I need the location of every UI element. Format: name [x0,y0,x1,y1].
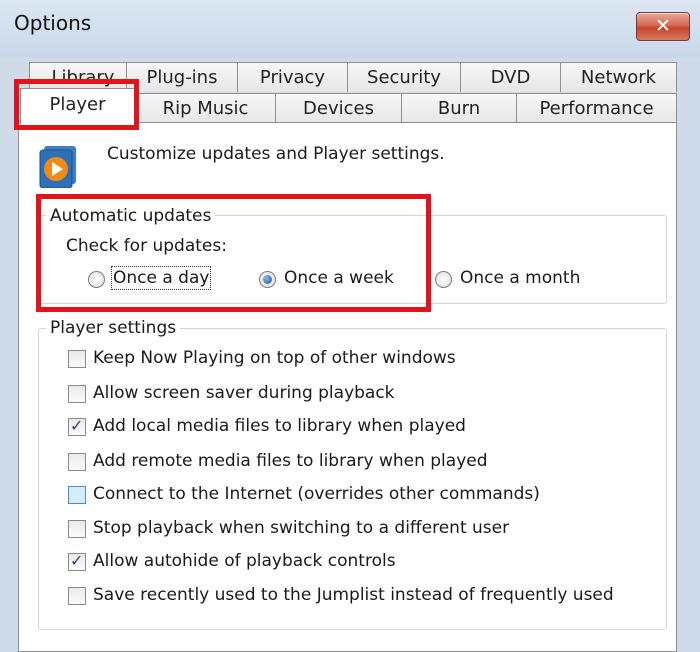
intro-text: Customize updates and Player settings. [107,144,445,164]
tab-label: Devices [303,98,374,119]
label-allow-screen-saver[interactable]: Allow screen saver during playback [93,383,395,403]
label-add-local-media[interactable]: Add local media files to library when pl… [93,416,466,436]
window-title: Options [14,11,92,35]
radio-label-once-a-month[interactable]: Once a month [460,268,580,288]
tab-label: Burn [437,98,481,119]
tab-dvd[interactable]: DVD [460,62,561,92]
tab-label: Performance [539,98,654,119]
checkbox-add-local-media[interactable]: ✓ [68,416,86,436]
label-allow-autohide[interactable]: Allow autohide of playback controls [93,551,396,571]
label-connect-to-internet[interactable]: Connect to the Internet (overrides other… [93,484,540,504]
tab-label: Rip Music [162,98,249,119]
tab-security[interactable]: Security [347,62,461,92]
tab-label: Security [367,67,441,88]
tab-label: Privacy [259,67,326,88]
tab-network[interactable]: Network [560,62,677,92]
label-save-recently-used-jumplist[interactable]: Save recently used to the Jumplist inste… [93,585,614,605]
checkbox-keep-now-playing-on-top[interactable] [68,350,86,368]
checkbox-connect-to-internet[interactable] [68,486,86,504]
tab-privacy[interactable]: Privacy [237,62,348,92]
radio-once-a-month[interactable] [435,271,452,288]
highlight-box-player-tab [14,79,139,130]
media-player-icon [39,146,76,188]
tab-rip-music[interactable]: Rip Music [135,93,276,123]
title-bar: Options ✕ [0,0,700,58]
close-icon: ✕ [655,15,671,37]
tab-performance[interactable]: Performance [516,93,677,123]
tab-plug-ins[interactable]: Plug-ins [126,62,238,92]
checkmark-icon: ✓ [70,416,84,435]
tab-label: DVD [490,67,531,88]
tab-burn[interactable]: Burn [401,93,517,123]
checkbox-save-recently-used-jumplist[interactable] [68,587,86,605]
checkmark-icon: ✓ [70,551,84,570]
tab-label: Plug-ins [146,67,218,88]
close-button[interactable]: ✕ [636,12,690,41]
tab-devices[interactable]: Devices [275,93,402,123]
checkbox-allow-autohide[interactable]: ✓ [68,551,86,571]
label-add-remote-media[interactable]: Add remote media files to library when p… [93,451,488,471]
label-stop-playback-switching-user[interactable]: Stop playback when switching to a differ… [93,518,509,538]
label-keep-now-playing-on-top[interactable]: Keep Now Playing on top of other windows [93,348,456,368]
checkbox-add-remote-media[interactable] [68,453,86,471]
checkbox-allow-screen-saver[interactable] [68,385,86,403]
checkbox-stop-playback-switching-user[interactable] [68,520,86,538]
player-settings-legend: Player settings [46,318,181,338]
tab-label: Network [580,67,657,88]
highlight-box-automatic-updates [36,194,431,312]
